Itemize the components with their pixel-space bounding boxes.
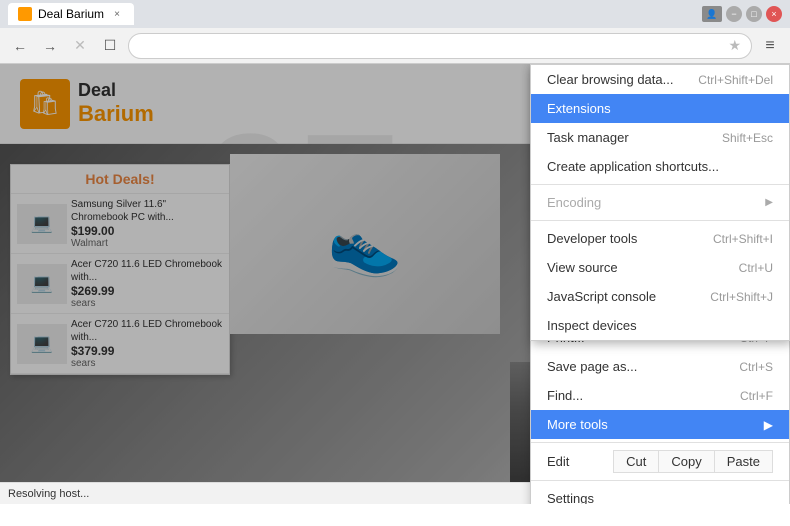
menu-save-page[interactable]: Save page as... Ctrl+S bbox=[531, 352, 789, 381]
submenu-clear-browsing[interactable]: Clear browsing data... Ctrl+Shift+Del bbox=[531, 65, 789, 94]
bookmark-star-icon[interactable]: ★ bbox=[728, 37, 741, 54]
menu-find[interactable]: Find... Ctrl+F bbox=[531, 381, 789, 410]
submenu-developer-tools-label: Developer tools bbox=[547, 231, 713, 246]
page-button[interactable]: ☐ bbox=[98, 34, 122, 58]
forward-button[interactable]: → bbox=[38, 34, 62, 58]
profile-button[interactable]: 👤 bbox=[702, 6, 722, 22]
edit-label: Edit bbox=[547, 454, 613, 469]
address-bar[interactable]: ★ bbox=[128, 33, 752, 59]
tab-close-button[interactable]: × bbox=[110, 7, 124, 21]
submenu-clear-browsing-label: Clear browsing data... bbox=[547, 72, 698, 87]
tab-favicon bbox=[18, 7, 32, 21]
reload-button[interactable]: ✕ bbox=[68, 34, 92, 58]
window-controls: 👤 − □ × bbox=[702, 6, 782, 22]
submenu-javascript-console-label: JavaScript console bbox=[547, 289, 710, 304]
menu-save-page-label: Save page as... bbox=[547, 359, 739, 374]
close-button[interactable]: × bbox=[766, 6, 782, 22]
content-area: 🛍 Deal Barium 07 Hot Deals! 💻 Samsung Si… bbox=[0, 64, 790, 504]
submenu-clear-browsing-shortcut: Ctrl+Shift+Del bbox=[698, 73, 773, 87]
menu-more-tools[interactable]: More tools ▶ bbox=[531, 410, 789, 439]
back-button[interactable]: ← bbox=[8, 34, 32, 58]
edit-row: Edit Cut Copy Paste bbox=[531, 446, 789, 477]
submenu-javascript-console[interactable]: JavaScript console Ctrl+Shift+J bbox=[531, 282, 789, 311]
submenu-extensions-label: Extensions bbox=[547, 101, 773, 116]
submenu-create-shortcuts-label: Create application shortcuts... bbox=[547, 159, 773, 174]
submenu-task-manager-label: Task manager bbox=[547, 130, 722, 145]
menu-divider-4 bbox=[531, 442, 789, 443]
maximize-button[interactable]: □ bbox=[746, 6, 762, 22]
submenu-view-source-label: View source bbox=[547, 260, 739, 275]
more-tools-arrow-icon: ▶ bbox=[764, 418, 773, 432]
submenu-task-manager[interactable]: Task manager Shift+Esc bbox=[531, 123, 789, 152]
chrome-menu-button[interactable]: ≡ bbox=[758, 34, 782, 58]
submenu-view-source-shortcut: Ctrl+U bbox=[739, 261, 773, 275]
menu-more-tools-label: More tools bbox=[547, 417, 760, 432]
paste-button[interactable]: Paste bbox=[715, 450, 773, 473]
submenu-inspect-devices[interactable]: Inspect devices bbox=[531, 311, 789, 340]
status-text: Resolving host... bbox=[8, 488, 89, 500]
menu-find-shortcut: Ctrl+F bbox=[740, 389, 773, 403]
submenu-developer-tools-shortcut: Ctrl+Shift+I bbox=[713, 232, 773, 246]
copy-button[interactable]: Copy bbox=[659, 450, 714, 473]
submenu-extensions[interactable]: Extensions bbox=[531, 94, 789, 123]
submenu-create-shortcuts[interactable]: Create application shortcuts... bbox=[531, 152, 789, 181]
menu-divider-5 bbox=[531, 480, 789, 481]
menus-container: Clear browsing data... Ctrl+Shift+Del Ex… bbox=[530, 64, 790, 341]
submenu-encoding-label: Encoding bbox=[547, 195, 761, 210]
submenu-encoding: Encoding ▶ bbox=[531, 188, 789, 217]
submenu-divider-1 bbox=[531, 184, 789, 185]
submenu-inspect-devices-label: Inspect devices bbox=[547, 318, 773, 333]
menu-save-page-shortcut: Ctrl+S bbox=[739, 360, 773, 374]
tab-title: Deal Barium bbox=[38, 7, 104, 21]
submenu-developer-tools[interactable]: Developer tools Ctrl+Shift+I bbox=[531, 224, 789, 253]
minimize-button[interactable]: − bbox=[726, 6, 742, 22]
submenu-javascript-console-shortcut: Ctrl+Shift+J bbox=[710, 290, 773, 304]
menu-settings-label: Settings bbox=[547, 491, 773, 504]
submenu-divider-2 bbox=[531, 220, 789, 221]
menu-settings[interactable]: Settings bbox=[531, 484, 789, 504]
submenu-view-source[interactable]: View source Ctrl+U bbox=[531, 253, 789, 282]
menu-find-label: Find... bbox=[547, 388, 740, 403]
browser-tab[interactable]: Deal Barium × bbox=[8, 3, 134, 25]
submenu-task-manager-shortcut: Shift+Esc bbox=[722, 131, 773, 145]
nav-bar: ← → ✕ ☐ ★ ≡ bbox=[0, 28, 790, 64]
cut-button[interactable]: Cut bbox=[613, 450, 659, 473]
more-tools-submenu: Clear browsing data... Ctrl+Shift+Del Ex… bbox=[530, 64, 790, 341]
title-bar: Deal Barium × 👤 − □ × bbox=[0, 0, 790, 28]
